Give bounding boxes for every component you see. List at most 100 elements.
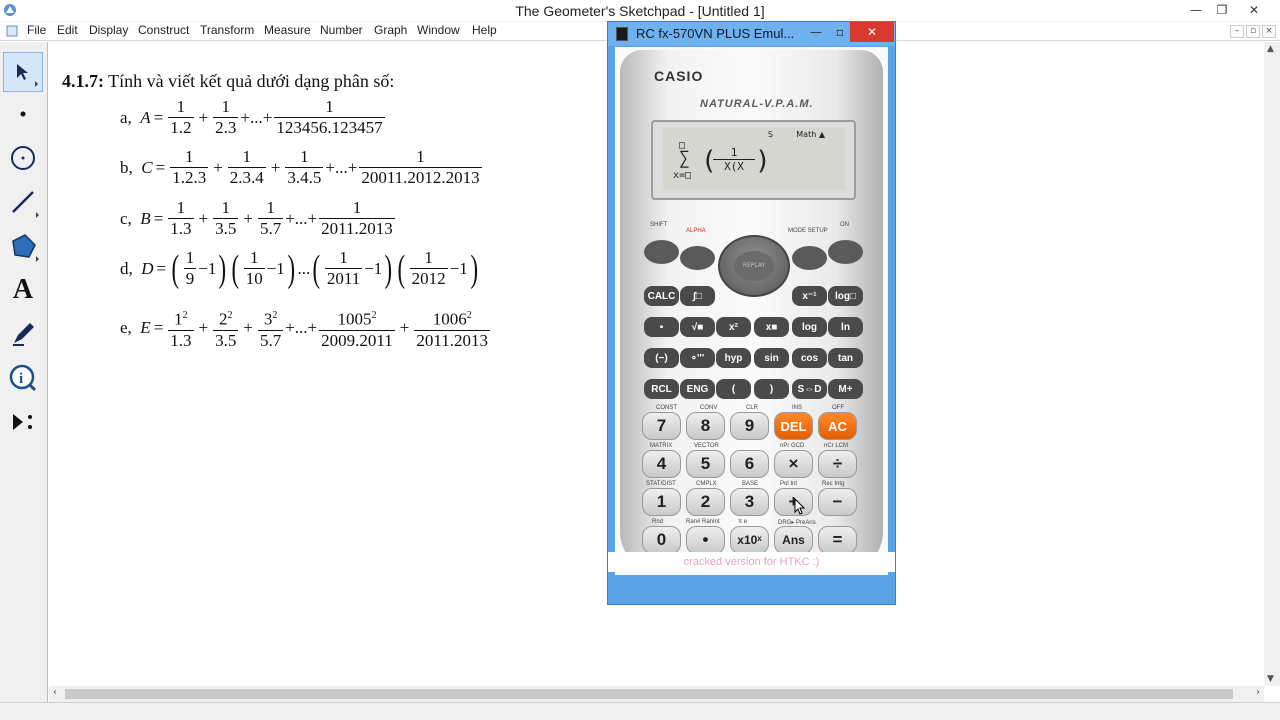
decimal-key[interactable]: • xyxy=(686,526,725,554)
denominator: 5.7 xyxy=(259,330,282,350)
zero-key[interactable]: 0 xyxy=(642,526,681,554)
ans-key[interactable]: Ans xyxy=(774,526,813,554)
menu-file[interactable]: File xyxy=(27,23,46,37)
calc-minimize-icon[interactable]: — xyxy=(804,22,828,42)
scroll-left-icon[interactable]: ‹ xyxy=(53,687,57,698)
log-key[interactable]: log xyxy=(792,317,827,337)
six-key[interactable]: 6 xyxy=(730,450,769,478)
vertical-scrollbar[interactable]: ▲ ▼ xyxy=(1264,42,1280,686)
equals-key[interactable]: = xyxy=(818,526,857,554)
document-icon[interactable] xyxy=(6,25,18,37)
lcd-indicator: S xyxy=(767,130,773,139)
restore-icon[interactable]: ❐ xyxy=(1208,0,1236,20)
replay-dpad[interactable]: REPLAY xyxy=(718,235,790,297)
eng-key[interactable]: ENG xyxy=(680,379,715,399)
point-tool-icon[interactable] xyxy=(3,94,43,134)
on-label: ON xyxy=(840,222,849,228)
var-c: C xyxy=(141,157,153,177)
numerator: 1 xyxy=(168,198,194,219)
menu-display[interactable]: Display xyxy=(89,23,128,37)
cos-key[interactable]: cos xyxy=(792,348,827,368)
hyp-key[interactable]: hyp xyxy=(716,348,751,368)
denominator: 1.2 xyxy=(170,118,192,137)
mdi-restore-icon[interactable]: ▫ xyxy=(1246,25,1260,38)
equation-c: c, B = 1 1.3 + 1 3.5 + 1 5.7 +...+ 1 2011.201… xyxy=(120,198,397,239)
minus-key[interactable]: − xyxy=(818,488,857,516)
rcl-key[interactable]: RCL xyxy=(644,379,679,399)
close-paren-key[interactable]: ) xyxy=(754,379,789,399)
mode-key[interactable] xyxy=(792,246,827,270)
ac-key[interactable]: AC xyxy=(818,412,857,440)
sin-key[interactable]: sin xyxy=(754,348,789,368)
scroll-thumb[interactable] xyxy=(65,689,1233,699)
negative-key[interactable]: (−) xyxy=(644,348,679,368)
menu-window[interactable]: Window xyxy=(417,23,460,37)
arrow-tool-icon[interactable] xyxy=(3,52,43,92)
eight-key[interactable]: 8 xyxy=(686,412,725,440)
alpha-key[interactable] xyxy=(680,246,715,270)
text-tool-icon[interactable]: A xyxy=(3,270,43,310)
cmplx-label: CMPLX xyxy=(696,481,717,487)
plus: + xyxy=(198,208,209,228)
stat-label: STAT/DIST xyxy=(646,481,676,487)
five-key[interactable]: 5 xyxy=(686,450,725,478)
degree-key[interactable]: ∘''' xyxy=(680,348,715,368)
calc-key[interactable]: CALC xyxy=(644,286,679,306)
scroll-down-icon[interactable]: ▼ xyxy=(1267,674,1274,684)
mdi-minimize-icon[interactable]: – xyxy=(1230,25,1244,38)
inverse-key[interactable]: x⁻¹ xyxy=(792,286,827,306)
compass-tool-icon[interactable] xyxy=(3,138,43,178)
straightedge-tool-icon[interactable] xyxy=(3,182,43,222)
calc-maximize-icon[interactable]: ▫ xyxy=(828,22,852,42)
rec-label: Rec Intg xyxy=(822,481,845,487)
menu-help[interactable]: Help xyxy=(472,23,497,37)
vector-label: VECTOR xyxy=(694,443,719,449)
casio-logo: CASIO xyxy=(654,68,704,84)
sqrt-key[interactable]: √■ xyxy=(680,317,715,337)
four-key[interactable]: 4 xyxy=(642,450,681,478)
calc-close-icon[interactable]: ✕ xyxy=(850,22,894,42)
horizontal-scrollbar[interactable]: ‹ › xyxy=(49,686,1264,702)
menu-number[interactable]: Number xyxy=(320,23,363,37)
menu-transform[interactable]: Transform xyxy=(200,23,254,37)
menu-measure[interactable]: Measure xyxy=(264,23,311,37)
ellipsis: ... xyxy=(297,258,311,278)
tan-key[interactable]: tan xyxy=(828,348,863,368)
seven-key[interactable]: 7 xyxy=(642,412,681,440)
one-key[interactable]: 1 xyxy=(642,488,681,516)
scroll-up-icon[interactable]: ▲ xyxy=(1267,44,1274,54)
ln-key[interactable]: ln xyxy=(828,317,863,337)
del-key[interactable]: DEL xyxy=(774,412,813,440)
polygon-tool-icon[interactable] xyxy=(3,226,43,266)
exp10-key[interactable]: x10ˣ xyxy=(730,526,769,554)
close-icon[interactable]: ✕ xyxy=(1240,0,1268,20)
base: 1005 xyxy=(337,309,372,329)
log-base-key[interactable]: log□ xyxy=(828,286,863,306)
three-key[interactable]: 3 xyxy=(730,488,769,516)
numerator: 10062 xyxy=(414,306,490,331)
minimize-icon[interactable]: — xyxy=(1182,0,1210,20)
menu-edit[interactable]: Edit xyxy=(57,23,78,37)
two-key[interactable]: 2 xyxy=(686,488,725,516)
menu-graph[interactable]: Graph xyxy=(374,23,407,37)
integral-key[interactable]: ∫□ xyxy=(680,286,715,306)
sd-key[interactable]: S⇔D xyxy=(792,379,827,399)
mplus-key[interactable]: M+ xyxy=(828,379,863,399)
nine-key[interactable]: 9 xyxy=(730,412,769,440)
on-key[interactable] xyxy=(828,240,863,264)
shift-key[interactable] xyxy=(644,240,679,264)
scroll-right-icon[interactable]: › xyxy=(1256,687,1260,698)
menu-construct[interactable]: Construct xyxy=(138,23,189,37)
custom-tool-icon[interactable] xyxy=(3,402,43,442)
fraction-key[interactable]: ▪ xyxy=(644,317,679,337)
marker-tool-icon[interactable] xyxy=(3,314,43,354)
divide-key[interactable]: ÷ xyxy=(818,450,857,478)
power-key[interactable]: x■ xyxy=(754,317,789,337)
fraction: 1 2012 xyxy=(409,248,448,289)
calculator-window[interactable]: RC fx-570VN PLUS Emul... — ▫ ✕ CASIO NAT… xyxy=(607,21,896,605)
information-tool-icon[interactable]: i xyxy=(3,358,43,398)
mdi-close-icon[interactable]: × xyxy=(1262,25,1276,38)
multiply-key[interactable]: × xyxy=(774,450,813,478)
open-paren-key[interactable]: ( xyxy=(716,379,751,399)
square-key[interactable]: x² xyxy=(716,317,751,337)
